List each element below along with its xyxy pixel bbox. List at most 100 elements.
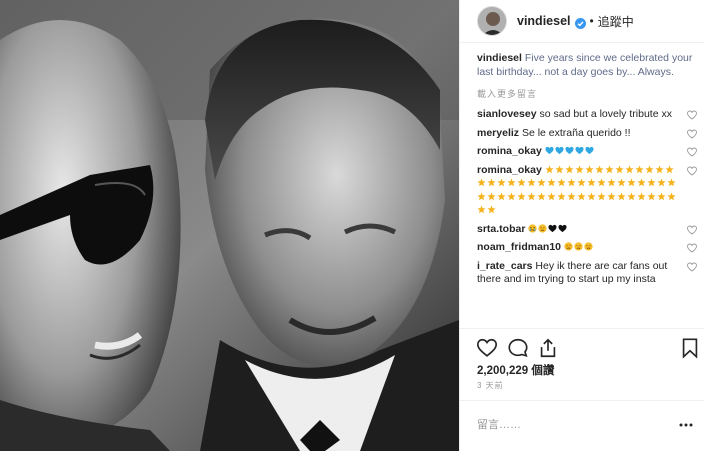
like-comment-heart-icon[interactable] xyxy=(687,262,697,272)
action-bar xyxy=(460,328,704,364)
comment-username[interactable]: noam_fridman10 xyxy=(477,241,561,253)
post-timestamp[interactable]: 3 天前 xyxy=(477,380,504,391)
star-icon xyxy=(655,164,664,173)
star-icon xyxy=(667,178,676,187)
like-comment-heart-icon[interactable] xyxy=(687,147,697,157)
disappointed-face-icon xyxy=(584,242,593,251)
star-icon xyxy=(537,191,546,200)
star-icon xyxy=(587,178,596,187)
caption-username[interactable]: vindiesel xyxy=(477,52,522,64)
star-icon xyxy=(555,164,564,173)
comment-username[interactable]: srta.tobar xyxy=(477,223,525,235)
star-icon xyxy=(627,178,636,187)
star-icon xyxy=(545,164,554,173)
post-header: vindiesel • 追蹤中 xyxy=(460,0,704,43)
disappointed-face-icon xyxy=(538,223,547,233)
caption: vindiesel Five years since we celebrated… xyxy=(477,52,697,79)
star-icon xyxy=(587,191,596,200)
star-icon xyxy=(517,191,526,200)
star-icon xyxy=(547,178,556,187)
star-icon xyxy=(567,191,576,200)
black-heart-icon xyxy=(558,224,567,232)
star-icon xyxy=(617,191,626,200)
blue-heart-icon xyxy=(565,146,574,155)
black-heart-icon xyxy=(548,224,557,232)
star-icon xyxy=(645,164,654,173)
star-icon xyxy=(597,191,606,200)
star-icon xyxy=(507,191,516,200)
star-icon xyxy=(565,164,574,173)
comment-row: srta.tobar xyxy=(477,223,697,237)
comment-row: meryeliz Se le extraña querido !! xyxy=(477,127,697,141)
star-icon xyxy=(487,191,496,200)
comment-username[interactable]: sianlovesey xyxy=(477,108,537,120)
likes-count[interactable]: 2,200,229 個讚 xyxy=(477,362,554,378)
comment-row: sianlovesey so sad but a lovely tribute … xyxy=(477,108,697,122)
like-comment-heart-icon[interactable] xyxy=(687,243,697,253)
separator-dot: • xyxy=(589,14,594,28)
star-icon xyxy=(487,178,496,187)
blue-heart-icon xyxy=(575,146,584,155)
disappointed-face-icon xyxy=(564,242,573,251)
avatar[interactable] xyxy=(477,6,507,36)
avatar-image xyxy=(478,7,506,35)
star-icon xyxy=(507,178,516,187)
star-icon xyxy=(497,191,506,200)
crying-face-icon xyxy=(528,223,537,233)
like-comment-heart-icon[interactable] xyxy=(687,225,697,235)
star-icon xyxy=(577,178,586,187)
share-icon[interactable] xyxy=(537,337,559,359)
star-icon xyxy=(527,178,536,187)
star-icon xyxy=(637,178,646,187)
blue-heart-icon xyxy=(585,146,594,155)
star-icon xyxy=(607,178,616,187)
star-icon xyxy=(577,191,586,200)
comment-input[interactable] xyxy=(477,415,667,435)
star-icon xyxy=(575,164,584,173)
star-icon xyxy=(597,178,606,187)
comment-username[interactable]: romina_okay xyxy=(477,145,542,157)
star-icon xyxy=(477,191,486,200)
comment-text: so sad but a lovely tribute xx xyxy=(539,108,672,120)
star-icon xyxy=(627,191,636,200)
star-icon xyxy=(585,164,594,173)
verified-badge-icon xyxy=(574,16,586,29)
star-icon xyxy=(567,178,576,187)
star-icon xyxy=(617,178,626,187)
star-icon xyxy=(527,191,536,200)
comment-username[interactable]: meryeliz xyxy=(477,127,519,139)
star-icon xyxy=(615,164,624,173)
header-username[interactable]: vindiesel xyxy=(517,14,571,28)
star-icon xyxy=(487,205,496,214)
star-icon xyxy=(605,164,614,173)
star-icon xyxy=(657,191,666,200)
following-button[interactable]: 追蹤中 xyxy=(598,13,634,30)
like-comment-heart-icon[interactable] xyxy=(687,110,697,120)
post-image xyxy=(0,0,459,451)
comment-username[interactable]: romina_okay xyxy=(477,164,542,176)
star-icon xyxy=(537,178,546,187)
bookmark-icon[interactable] xyxy=(679,337,701,359)
like-heart-icon[interactable] xyxy=(476,337,498,359)
more-options-icon[interactable] xyxy=(679,423,693,427)
comments-list[interactable]: vindiesel Five years since we celebrated… xyxy=(477,52,697,328)
star-icon xyxy=(557,191,566,200)
load-more-comments-link[interactable]: 載入更多留言 xyxy=(477,87,697,100)
post-photo[interactable] xyxy=(0,0,459,451)
star-icon xyxy=(647,178,656,187)
comment-bubble-icon[interactable] xyxy=(507,337,529,359)
comment-username[interactable]: i_rate_cars xyxy=(477,260,532,272)
star-icon xyxy=(667,191,676,200)
star-icon xyxy=(557,178,566,187)
star-icon xyxy=(657,178,666,187)
add-comment-area xyxy=(460,400,704,451)
star-icon xyxy=(607,191,616,200)
star-icon xyxy=(625,164,634,173)
like-comment-heart-icon[interactable] xyxy=(687,166,697,176)
like-comment-heart-icon[interactable] xyxy=(687,129,697,139)
disappointed-face-icon xyxy=(574,242,583,251)
star-icon xyxy=(595,164,604,173)
star-icon xyxy=(497,178,506,187)
star-icon xyxy=(665,164,674,173)
comment-row: romina_okay xyxy=(477,164,697,218)
